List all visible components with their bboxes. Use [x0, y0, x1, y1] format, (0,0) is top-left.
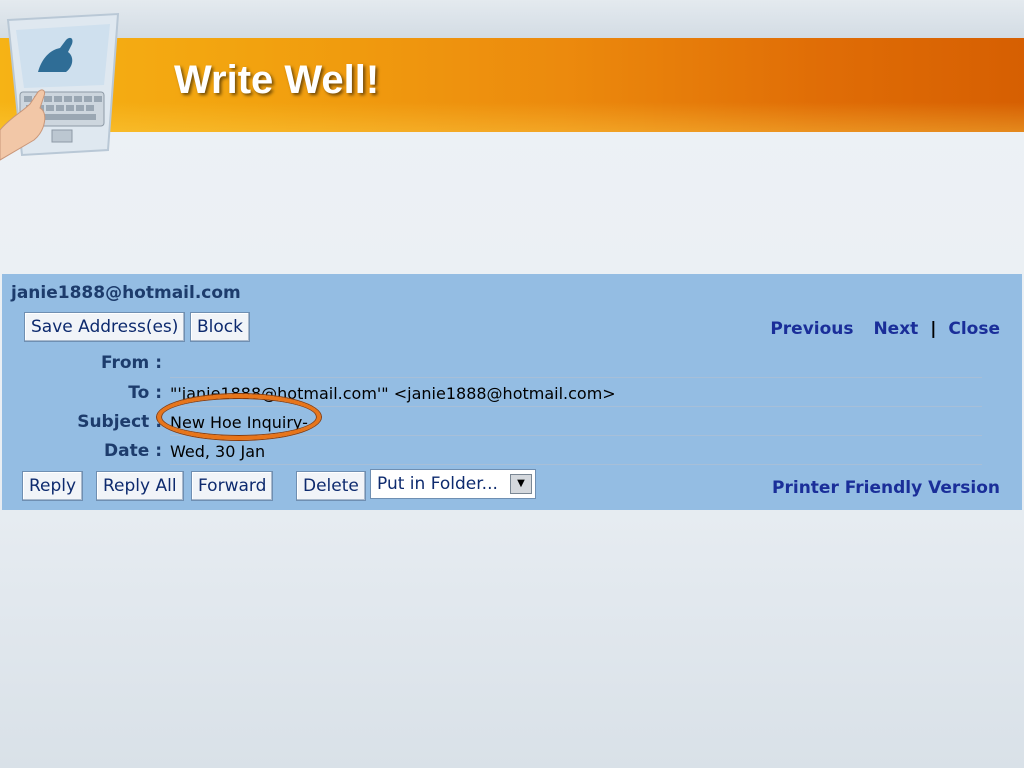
email-panel: janie1888@hotmail.com Save Address(es) B…	[2, 274, 1022, 510]
nav-separator: |	[930, 319, 937, 339]
next-link[interactable]: Next	[873, 319, 918, 339]
slide-top-strip	[0, 0, 1024, 38]
save-address-button[interactable]: Save Address(es)	[24, 312, 186, 342]
from-label: From :	[100, 353, 162, 373]
field-divider	[170, 377, 982, 378]
subject-highlight-circle	[157, 394, 321, 440]
reply-all-button[interactable]: Reply All	[96, 471, 184, 501]
printer-friendly-link[interactable]: Printer Friendly Version	[772, 478, 1000, 498]
dropdown-arrow-icon[interactable]: ▼	[510, 474, 532, 494]
block-button[interactable]: Block	[190, 312, 250, 342]
message-nav: Previous Next | Close	[770, 319, 1000, 339]
laptop-hand-icon	[0, 12, 120, 161]
previous-link[interactable]: Previous	[770, 319, 853, 339]
date-label: Date :	[104, 441, 162, 461]
to-label: To :	[128, 383, 162, 403]
delete-button[interactable]: Delete	[296, 471, 366, 501]
slide-banner	[0, 38, 1024, 132]
close-link[interactable]: Close	[948, 319, 1000, 339]
field-divider	[170, 464, 982, 465]
folder-select[interactable]: Put in Folder... ▼	[370, 469, 536, 499]
slide-title: Write Well!	[174, 58, 380, 102]
reply-button[interactable]: Reply	[22, 471, 84, 501]
subject-label: Subject :	[77, 412, 162, 432]
forward-button[interactable]: Forward	[191, 471, 274, 501]
field-divider	[170, 435, 982, 436]
date-value: Wed, 30 Jan	[170, 442, 266, 461]
sender-address: janie1888@hotmail.com	[11, 283, 241, 303]
folder-select-value: Put in Folder...	[377, 474, 498, 494]
